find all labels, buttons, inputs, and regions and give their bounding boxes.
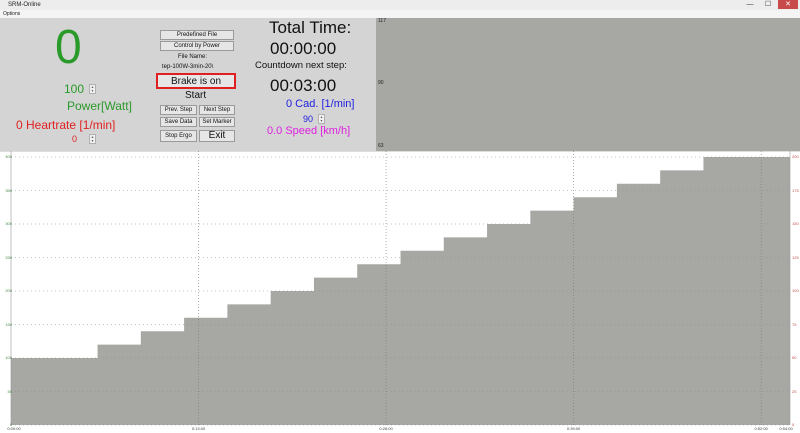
predefined-file-button[interactable]: Predefined File	[160, 30, 234, 40]
exit-button[interactable]: Exit	[199, 130, 235, 142]
control-by-power-button[interactable]: Control by Power	[160, 41, 234, 51]
countdown-value: 00:03:00	[270, 76, 337, 95]
countdown-label: Countdown next step:	[255, 60, 347, 71]
control-panel: Predefined File Control by Power File Na…	[148, 18, 244, 151]
total-time-label: Total Time:	[269, 18, 352, 37]
mini-chart-y-bottom: 63	[378, 143, 384, 149]
power-target-spinner[interactable]: ▴ ▾	[89, 84, 96, 94]
stop-ergo-button[interactable]: Stop Ergo	[160, 130, 197, 142]
next-step-button[interactable]: Next Step	[199, 105, 235, 115]
time-panel: Total Time: 00:00:00 Countdown next step…	[244, 18, 376, 151]
total-time-value: 00:00:00	[270, 39, 337, 58]
mini-chart-y-top: 117	[378, 18, 386, 24]
cadence-label: 0 Cad. [1/min]	[286, 98, 355, 110]
start-button[interactable]: Start	[185, 91, 206, 101]
brake-status-box[interactable]: Brake is on	[156, 73, 236, 89]
window-title: SRM-Online	[8, 2, 41, 8]
heartrate-target: 0	[72, 134, 78, 144]
heartrate-target-spinner[interactable]: ▴ ▾	[89, 134, 96, 144]
brake-status-label: Brake is on	[171, 76, 222, 87]
heartrate-label: 0 Heartrate [1/min]	[16, 118, 116, 132]
power-value: 0	[55, 21, 82, 74]
left-panel: 0 100 ▴ ▾ Power[Watt] 0 Heartrate [1/min]…	[0, 18, 148, 151]
cadence-target-spinner[interactable]: ▴ ▾	[318, 114, 325, 124]
save-data-button[interactable]: Save Data	[160, 117, 197, 127]
minimize-button[interactable]: —	[742, 0, 758, 9]
power-label: Power[Watt]	[67, 99, 132, 113]
close-button[interactable]: ✕	[778, 0, 798, 9]
maximize-button[interactable]: ☐	[760, 0, 776, 9]
set-marker-button[interactable]: Set Marker	[199, 117, 235, 127]
main-chart	[0, 151, 800, 426]
mini-chart: 117 90 63	[376, 18, 800, 151]
cadence-target: 90	[303, 114, 314, 124]
prev-step-button[interactable]: Prev. Step	[160, 105, 197, 115]
mini-chart-y-mid: 90	[378, 80, 384, 86]
speed-label: 0.0 Speed [km/h]	[267, 125, 351, 137]
file-name-value: tep-100W-3min-20\	[162, 64, 214, 70]
menu-options[interactable]: Options	[3, 10, 20, 18]
power-target: 100	[64, 82, 85, 96]
file-name-label: File Name:	[178, 54, 208, 60]
